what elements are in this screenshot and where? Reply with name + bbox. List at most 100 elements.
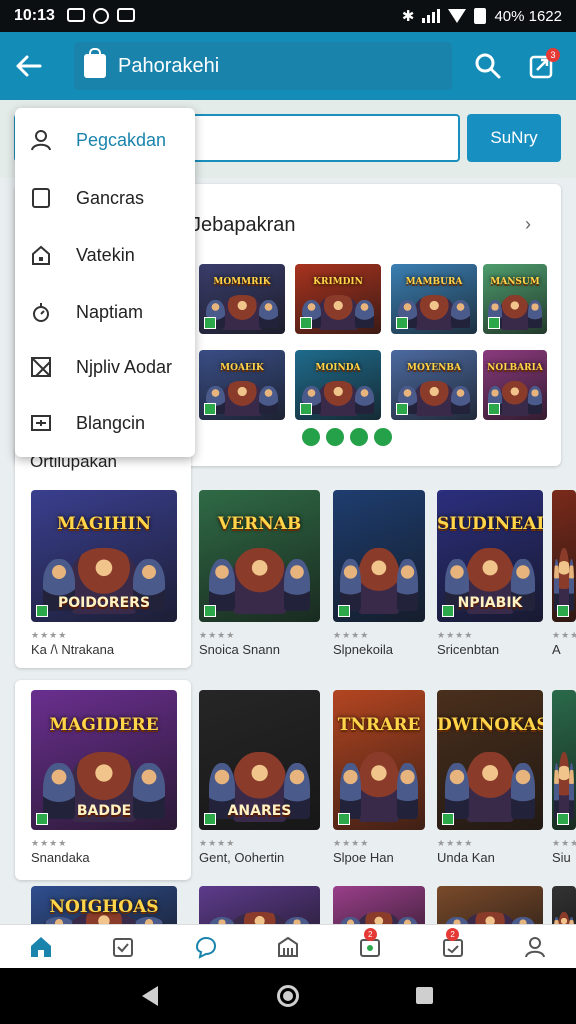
system-home-button[interactable] xyxy=(277,985,299,1007)
side-figure xyxy=(511,917,535,924)
game-cover[interactable]: MOAEIK xyxy=(199,350,285,420)
hero-figure xyxy=(465,912,515,924)
game-cover[interactable]: MAGIHIN POIDORERS xyxy=(31,490,177,622)
battery-icon xyxy=(474,8,487,24)
app-bar: Pahorakehi 3 xyxy=(0,32,576,100)
game-cover[interactable]: TNRARE xyxy=(333,690,425,830)
menu-item[interactable]: Njpliv Aodar xyxy=(15,341,195,393)
platform-badge-icon xyxy=(488,403,500,415)
game-cover[interactable]: VERNAB xyxy=(199,490,320,622)
square-icon xyxy=(30,187,52,209)
nav-home[interactable] xyxy=(0,925,82,968)
game-cover[interactable]: MANSUM xyxy=(483,264,547,334)
platform-badge-icon xyxy=(557,605,569,617)
share-button[interactable]: 3 xyxy=(522,46,562,86)
side-figure xyxy=(208,917,236,924)
menu-item[interactable]: Naptiam xyxy=(15,286,195,338)
rating-stars-icon: ★★★★ xyxy=(333,838,370,848)
game-cover[interactable] xyxy=(333,490,425,622)
pager-dot[interactable] xyxy=(374,428,392,446)
menu-item[interactable]: Gancras xyxy=(15,172,195,224)
hero-figure xyxy=(222,294,262,330)
search-button[interactable] xyxy=(468,46,508,86)
menu-item[interactable]: Vatekin xyxy=(15,229,195,281)
chevron-right-icon[interactable]: › xyxy=(525,214,531,235)
side-figure xyxy=(397,762,418,819)
platform-badge-icon xyxy=(557,813,569,825)
alert-icon xyxy=(92,8,109,24)
chat-icon xyxy=(195,936,216,959)
cover-title: NOLBARIA xyxy=(487,362,543,373)
nav-calendar[interactable]: 2 xyxy=(411,925,493,968)
game-cover[interactable]: MOYENBA xyxy=(391,350,477,420)
system-nav-bar xyxy=(0,968,576,1024)
game-name: Ka /\ Ntrakana xyxy=(31,642,115,657)
nav-chat[interactable] xyxy=(165,925,247,968)
rating-stars-icon: ★★★★ xyxy=(333,630,370,640)
hero-figure xyxy=(222,380,262,416)
bottom-nav: 2 2 xyxy=(0,924,576,968)
system-back-button[interactable] xyxy=(142,986,158,1006)
game-name: Slpoe Han xyxy=(333,850,394,865)
pager-dot[interactable] xyxy=(302,428,320,446)
side-figure xyxy=(133,917,166,924)
side-figure xyxy=(283,917,311,924)
system-recents-button[interactable] xyxy=(416,987,433,1004)
side-figure xyxy=(527,300,542,329)
pager-dot[interactable] xyxy=(350,428,368,446)
game-cover[interactable]: DWINOKAS xyxy=(437,690,543,830)
game-cover[interactable] xyxy=(552,490,576,622)
nav-gallery[interactable]: 2 xyxy=(329,925,411,968)
nav-store[interactable] xyxy=(247,925,329,968)
nav-tasks[interactable] xyxy=(82,925,164,968)
side-figure xyxy=(553,558,560,612)
search-submit-button[interactable]: SuNry xyxy=(467,114,561,162)
game-cover[interactable]: NOLBARIA xyxy=(483,350,547,420)
notification-icons xyxy=(66,8,135,24)
profile-icon xyxy=(524,936,545,957)
game-cover[interactable] xyxy=(199,886,320,924)
game-cover[interactable]: KRIMDIN xyxy=(295,264,381,334)
cover-title: MOYENBA xyxy=(407,362,461,373)
hero-figure xyxy=(231,548,288,615)
nav-badge: 2 xyxy=(446,928,460,941)
cover-title: MAGIDERE xyxy=(49,715,159,736)
game-cover[interactable]: MAMBURA xyxy=(391,264,477,334)
side-figure xyxy=(340,917,361,924)
game-cover[interactable]: MOMMRIK xyxy=(199,264,285,334)
game-cover[interactable] xyxy=(552,690,576,830)
side-figure xyxy=(397,558,418,612)
menu-item-label: Pegcakdan xyxy=(76,129,167,150)
pager-dot[interactable] xyxy=(326,428,344,446)
nav-profile[interactable] xyxy=(494,925,576,968)
cover-subtitle: BADDE xyxy=(76,802,132,819)
game-cover[interactable] xyxy=(552,886,576,924)
game-cover[interactable]: MOINDA xyxy=(295,350,381,420)
back-button[interactable] xyxy=(0,32,58,100)
hero-figure xyxy=(500,380,530,416)
rating-stars-icon: ★★★★ xyxy=(552,838,576,848)
store-title-field[interactable]: Pahorakehi xyxy=(74,42,452,90)
side-figure xyxy=(445,762,469,819)
rating-stars-icon: ★★★★ xyxy=(31,630,68,640)
game-cover[interactable]: MAGIDERE BADDE xyxy=(31,690,177,830)
game-cover[interactable]: SIUDINEAD NPIABIK xyxy=(437,490,543,622)
image-icon xyxy=(30,356,52,378)
rating-stars-icon: ★★★★ xyxy=(31,838,68,848)
game-cover[interactable]: NOIGHOAS xyxy=(31,886,177,924)
hero-figure xyxy=(357,912,401,924)
menu-item[interactable]: Blangcin xyxy=(15,397,195,449)
side-figure xyxy=(451,386,471,415)
platform-badge-icon xyxy=(204,403,216,415)
rating-stars-icon: ★★★★ xyxy=(199,838,236,848)
rating-stars-icon: ★★★★ xyxy=(552,630,576,640)
game-cover[interactable] xyxy=(333,886,425,924)
signal-icon xyxy=(422,9,441,23)
platform-badge-icon xyxy=(204,813,216,825)
game-cover[interactable]: ANARES xyxy=(199,690,320,830)
status-bar: 10:13 ✱ 40% 1622 xyxy=(0,0,576,32)
search-icon xyxy=(475,53,501,79)
game-cover[interactable] xyxy=(437,886,543,924)
arrow-left-icon xyxy=(16,55,42,77)
menu-item[interactable]: Pegcakdan xyxy=(15,114,195,166)
